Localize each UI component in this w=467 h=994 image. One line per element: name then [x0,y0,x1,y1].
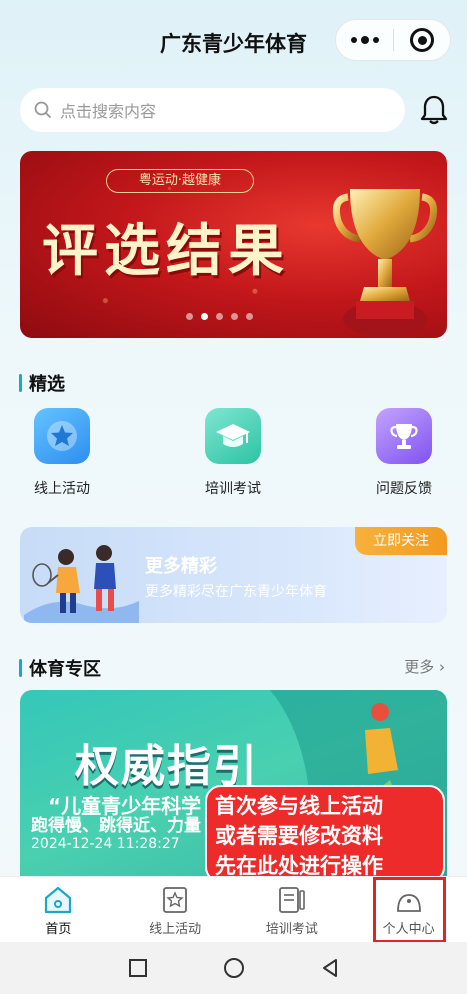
sports-section-title: 体育专区 [19,655,101,681]
quick-entry-training-exam[interactable]: 培训考试 [173,408,293,498]
more-label: 更多 [404,658,435,676]
chevron-right-icon: › [439,658,445,676]
star-icon [34,408,90,464]
back-triangle-icon[interactable] [319,957,341,979]
search-placeholder: 点击搜索内容 [60,102,157,121]
sports-title-text: 体育专区 [29,659,101,680]
system-navigation-bar [0,942,467,994]
guide-tooltip: 首次参与线上活动 或者需要修改资料 先在此处进行操作 [205,785,445,883]
carousel-indicator [186,313,253,320]
tab-label: 培训考试 [265,922,318,937]
card-line-2: 跑得慢、跳得近、力量 [31,816,201,836]
quick-entry-label: 培训考试 [205,481,261,497]
exam-icon [278,887,305,913]
banner-carousel[interactable]: 粤运动·越健康 评选结果 [20,151,447,338]
featured-section-title: 精选 [19,370,65,396]
mini-program-capsule [335,19,451,61]
search-icon [34,101,51,118]
search-bar[interactable]: 点击搜索内容 [20,88,405,132]
quick-entry-label: 线上活动 [34,481,90,497]
section-accent-bar [19,659,22,677]
featured-title-text: 精选 [29,374,65,395]
trophy-icon [332,189,438,337]
header: 广东青少年体育 [0,0,467,80]
promo-subtitle: 更多精彩尽在广东青少年体育 [145,584,327,600]
quick-entry-online-activity[interactable]: 线上活动 [2,408,122,498]
card-date: 2024-12-24 11:28:27 [31,836,180,852]
home-circle-icon[interactable] [222,956,246,980]
banner-title: 评选结果 [42,219,290,284]
more-options-icon[interactable] [336,20,393,60]
trophy-icon [376,408,432,464]
tab-label: 首页 [45,922,72,937]
follow-now-button[interactable]: 立即关注 [355,527,447,555]
promo-title: 更多精彩 [145,556,217,577]
banner-tag: 粤运动·越健康 [106,169,254,193]
recent-apps-icon[interactable] [127,957,149,979]
quick-entry-label: 问题反馈 [376,481,432,497]
profile-tab-highlight [373,877,446,943]
quick-entry-feedback[interactable]: 问题反馈 [344,408,464,498]
promo-banner[interactable]: 更多精彩 更多精彩尽在广东青少年体育 立即关注 [20,527,447,623]
activity-icon [163,887,188,913]
tooltip-line: 或者需要修改资料 [215,824,383,848]
tab-training-exam[interactable]: 培训考试 [234,877,351,942]
tab-label: 线上活动 [149,922,202,937]
tab-online-activity[interactable]: 线上活动 [117,877,234,942]
section-accent-bar [19,374,22,392]
tab-home[interactable]: 首页 [0,877,117,942]
close-mini-program-icon[interactable] [394,28,450,52]
home-icon [45,886,72,914]
notification-bell-icon[interactable] [419,94,449,126]
graduation-cap-icon [205,408,261,464]
more-link[interactable]: 更多 › [404,656,445,677]
badminton-players-illustration [24,545,139,623]
tooltip-line: 首次参与线上活动 [215,794,383,818]
